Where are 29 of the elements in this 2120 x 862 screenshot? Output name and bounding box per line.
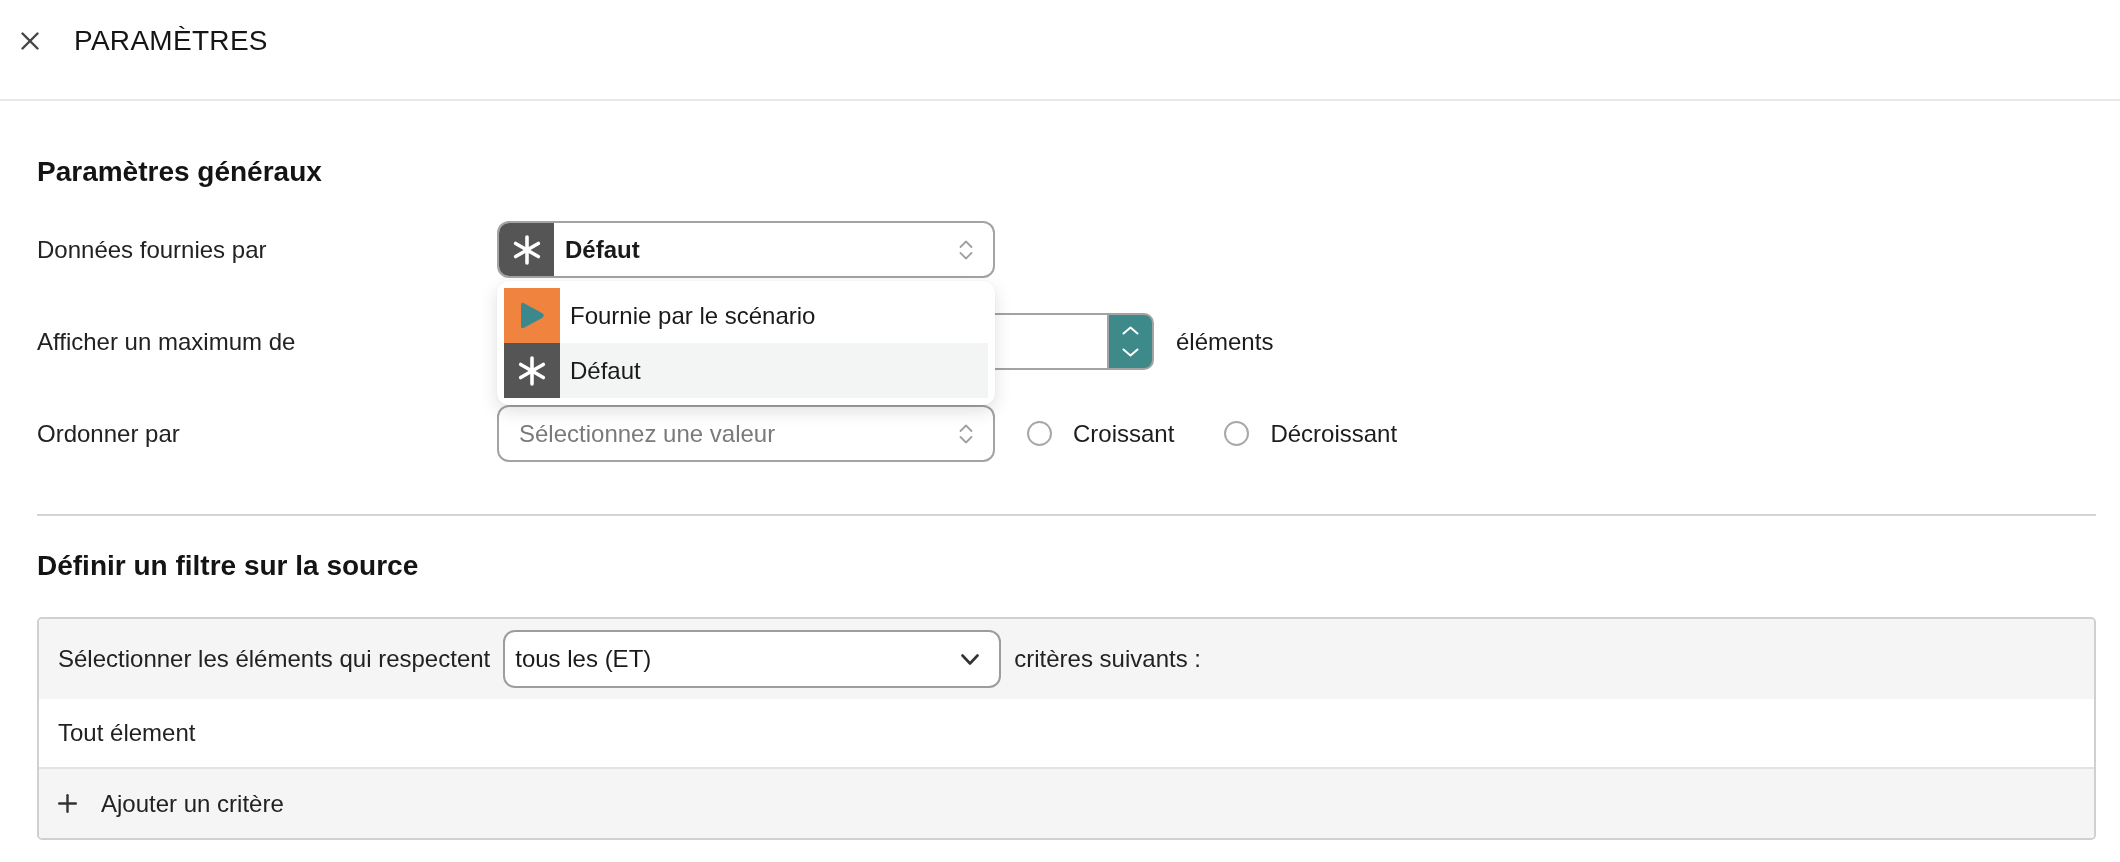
plus-icon [58, 794, 77, 813]
chevron-up-icon [1122, 326, 1139, 335]
close-button[interactable] [21, 31, 39, 50]
unit-label: éléments [1176, 327, 1274, 356]
asterisk-icon [504, 343, 560, 398]
field-label: Afficher un maximum de [37, 327, 296, 356]
radio-button[interactable] [1027, 421, 1052, 446]
add-criterion-button[interactable]: Ajouter un critère [58, 789, 284, 818]
page-title: PARAMÈTRES [74, 24, 268, 57]
radio-option[interactable]: Décroissant [1224, 419, 1398, 448]
source-select[interactable]: Défaut [497, 221, 995, 278]
close-icon [21, 31, 39, 50]
asterisk-icon [499, 223, 554, 276]
filter-text: critères suivants : [1014, 645, 1201, 673]
criterion-text: Tout élement [58, 719, 196, 747]
field-label: Ordonner par [37, 419, 180, 448]
section-title: Paramètres généraux [37, 156, 323, 188]
chevron-down-icon [961, 653, 980, 665]
radio-option[interactable]: Croissant [1027, 419, 1175, 448]
field-label: Données fournies par [37, 235, 267, 264]
mode-select[interactable]: tous les (ET) [503, 630, 1002, 688]
chevron-down-icon [1122, 348, 1139, 357]
play-icon [504, 288, 560, 343]
radio-button[interactable] [1224, 421, 1250, 446]
filter-text: Sélectionner les éléments qui respectent [58, 645, 491, 673]
spinner-button[interactable] [1107, 313, 1154, 370]
menu-item[interactable]: Défaut [504, 343, 988, 398]
section-title: Définir un filtre sur la source [37, 550, 420, 582]
sort-select[interactable]: Sélectionnez une valeur [497, 405, 995, 462]
